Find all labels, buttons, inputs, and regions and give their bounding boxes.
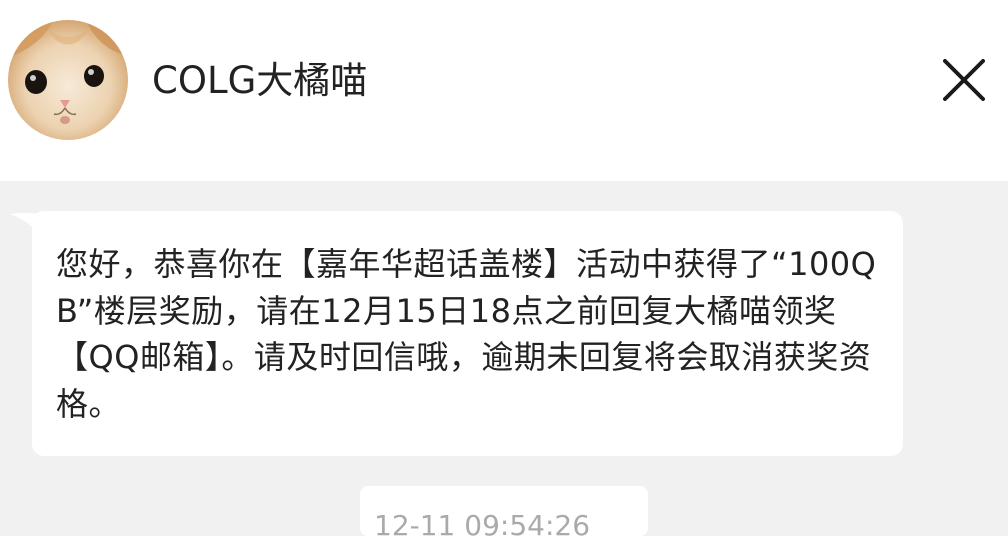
- timestamp-chip: 12-11 09:54:26: [360, 486, 648, 536]
- message-timestamp: 12-11 09:54:26: [374, 509, 591, 536]
- close-icon[interactable]: [936, 52, 992, 108]
- chat-header: COLG大橘喵: [0, 0, 1008, 181]
- cat-avatar-icon[interactable]: [8, 20, 128, 140]
- message-bubble[interactable]: 您好，恭喜你在【嘉年华超话盖楼】活动中获得了“100QB”楼层奖励，请在12月1…: [32, 211, 903, 456]
- message-text: 您好，恭喜你在【嘉年华超话盖楼】活动中获得了“100QB”楼层奖励，请在12月1…: [56, 245, 877, 423]
- contact-name: COLG大橘喵: [152, 59, 368, 102]
